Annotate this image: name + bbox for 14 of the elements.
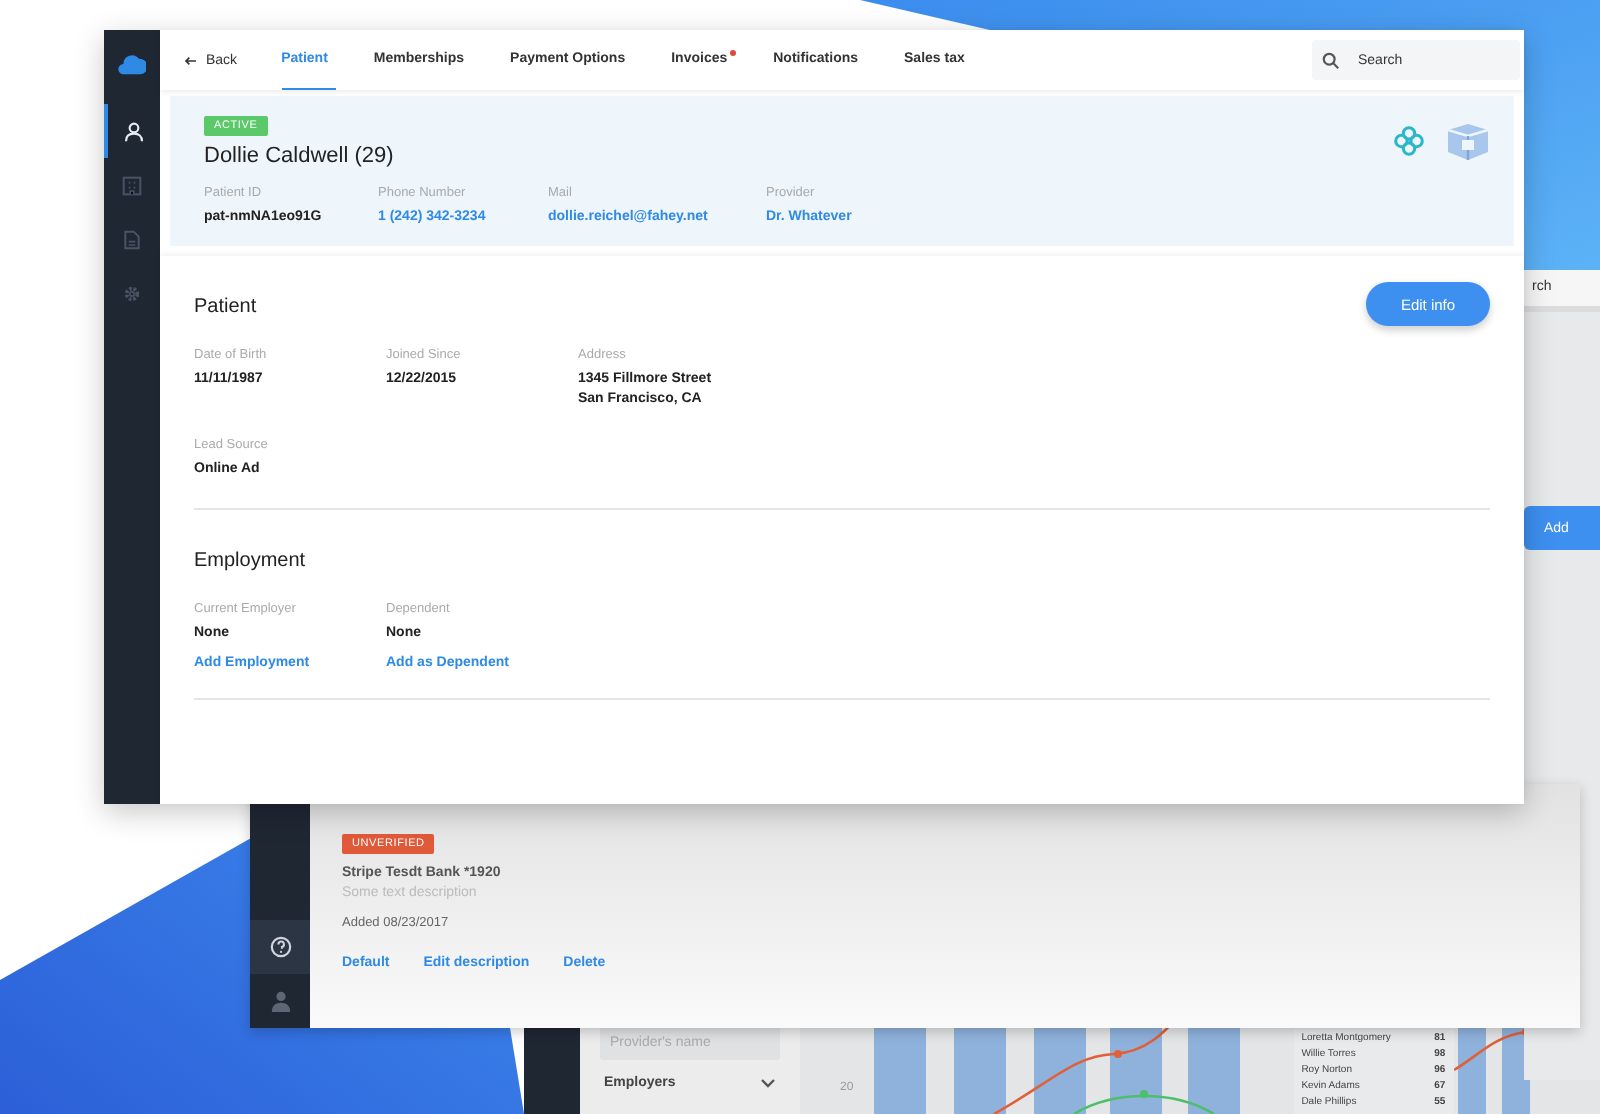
building-icon[interactable] xyxy=(122,175,142,195)
help-icon[interactable] xyxy=(269,936,291,958)
knot-icon xyxy=(1390,122,1428,160)
patient-name: Dollie Caldwell (29) xyxy=(204,144,394,168)
cloud-logo-icon xyxy=(118,52,146,76)
search-icon xyxy=(1322,51,1340,69)
person-icon[interactable] xyxy=(124,121,144,141)
chevron-icon xyxy=(760,1078,776,1088)
arrow-left-icon xyxy=(184,55,198,65)
section-title: Patient xyxy=(194,296,257,318)
section-title: Employment xyxy=(194,550,306,572)
settings-icon[interactable] xyxy=(122,283,142,303)
cube-icon xyxy=(1446,122,1490,162)
document-icon[interactable] xyxy=(122,229,142,249)
